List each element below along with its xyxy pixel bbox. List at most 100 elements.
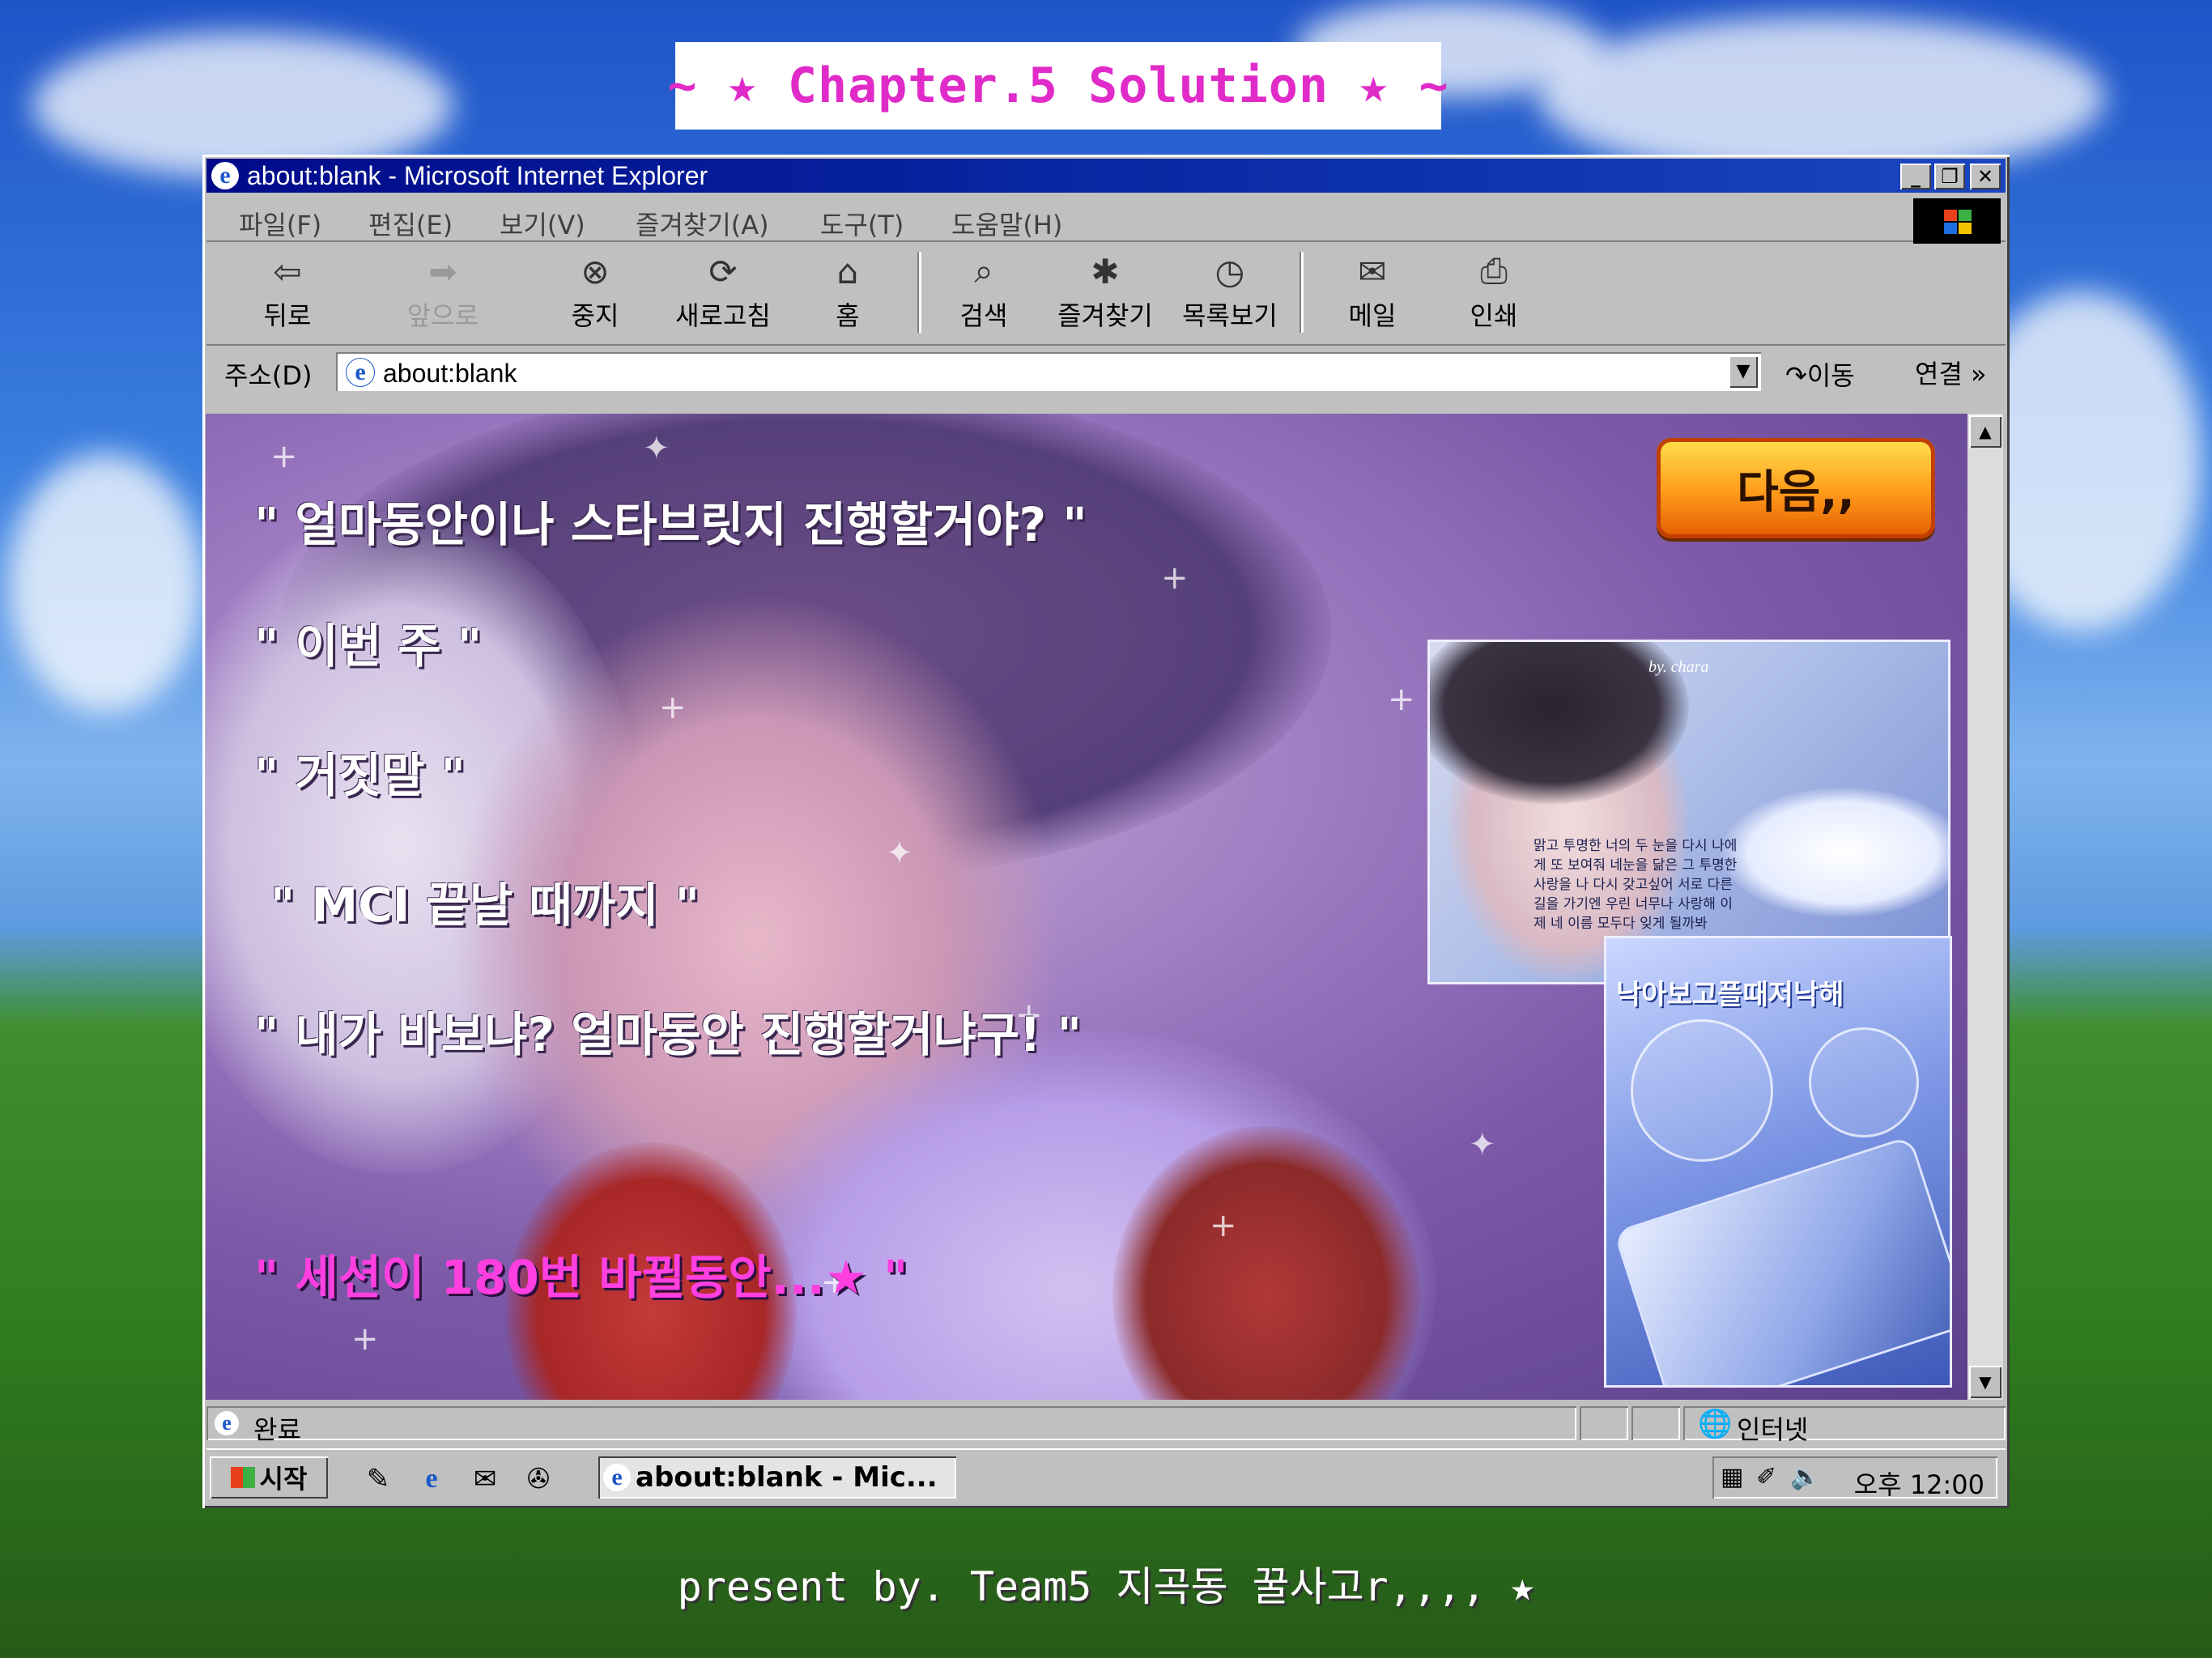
outlook-icon[interactable]: ✉ — [467, 1461, 503, 1497]
ie-quicklaunch-icon[interactable]: e — [414, 1461, 449, 1497]
desktop-icon[interactable]: ✎ — [360, 1461, 396, 1497]
scroll-down-icon[interactable]: ▼ — [1969, 1366, 2001, 1398]
dialogue-line-1: " 얼마동안이나 스타브릿지 진행할거야? " — [254, 497, 1087, 552]
photo-caption: 맑고 투명한 너의 두 눈을 다시 나에게 또 보여줘 네눈을 닮은 그 투명한… — [1534, 838, 1738, 932]
taskbar: 시작 ✎ e ✉ ✇ e about:blank - Mic... ▦ ✐ 🔈 … — [206, 1448, 2006, 1505]
mail-label: 메일 — [1348, 300, 1397, 331]
toolbar: ⇦ 뒤로 ➡ 앞으로 ⊗ 중지 ⟳ 새로고침 ⌂ 홈 ⌕ 검색 ✱ 즐겨찾기 ◷ — [206, 244, 2006, 346]
system-tray: ▦ ✐ 🔈 오후 12:00 — [1712, 1456, 1997, 1500]
dialogue-line-5: " 내가 바보냐? 얼마동안 진행할거냐구! " — [254, 1007, 1082, 1062]
refresh-label: 새로고침 — [675, 300, 771, 331]
next-button[interactable]: 다음,, — [1657, 438, 1935, 538]
clock: 오후 12:00 — [1853, 1469, 1984, 1500]
menu-file[interactable]: 파일(F) — [239, 205, 321, 242]
cloud-shape — [1721, 788, 1948, 917]
dialogue-line-2: " 이번 주 " — [254, 619, 483, 674]
task-label: about:blank - Mic... — [636, 1461, 938, 1494]
history-label: 목록보기 — [1182, 300, 1278, 331]
search-icon: ⌕ — [974, 251, 993, 291]
sparkle-icon: + — [270, 438, 298, 475]
back-label: 뒤로 — [263, 300, 312, 331]
address-bar: 주소(D) e about:blank ▼ ↷이동 연결 » — [206, 347, 2006, 396]
windows-logo-icon — [1913, 198, 2001, 244]
bubble-shape — [1809, 1027, 1919, 1137]
dialogue-line-4: " MCI 끝날 때까지 " — [270, 878, 700, 933]
chapter-title-banner: ~ ★ Chapter.5 Solution ★ ~ — [667, 42, 1448, 130]
status-cell — [1631, 1406, 1680, 1440]
flip-phone-shape — [1616, 1138, 1950, 1385]
sparkle-icon: + — [1388, 681, 1415, 718]
stop-button[interactable]: ⊗ 중지 — [547, 247, 644, 333]
channels-icon[interactable]: ✇ — [521, 1461, 556, 1497]
menu-bar: 파일(F) 편집(E) 보기(V) 즐겨찾기(A) 도구(T) 도움말(H) — [206, 197, 2006, 244]
search-label: 검색 — [959, 300, 1008, 331]
sparkle-icon: ✦ — [886, 835, 913, 872]
page-status-icon: e — [215, 1411, 239, 1435]
sparkle-icon: ✦ — [643, 430, 670, 467]
title-bar[interactable]: e about:blank - Microsoft Internet Explo… — [206, 159, 2006, 193]
go-button[interactable]: ↷이동 — [1785, 355, 1855, 393]
stop-label: 중지 — [571, 300, 619, 331]
menu-view[interactable]: 보기(V) — [500, 205, 585, 242]
home-icon: ⌂ — [836, 251, 859, 291]
menu-edit[interactable]: 편집(E) — [368, 205, 453, 242]
favorites-folder-icon: ✱ — [1091, 251, 1120, 291]
forward-button[interactable]: ➡ 앞으로 — [394, 247, 491, 333]
status-bar: e 완료 🌐 인터넷 — [206, 1403, 2006, 1445]
menu-tools[interactable]: 도구(T) — [820, 205, 904, 242]
pen-icon[interactable]: ✐ — [1756, 1463, 1776, 1491]
search-button[interactable]: ⌕ 검색 — [935, 247, 1032, 333]
sparkle-icon: + — [351, 1320, 379, 1358]
vertical-scrollbar[interactable]: ▲ ▼ — [1967, 414, 2003, 1400]
links-button[interactable]: 연결 » — [1915, 354, 1987, 391]
browser-window: e about:blank - Microsoft Internet Explo… — [202, 155, 2010, 1508]
sparkle-icon: + — [659, 689, 687, 726]
go-label: 이동 — [1806, 360, 1855, 391]
volume-icon[interactable]: 🔈 — [1790, 1463, 1820, 1491]
menu-favorites[interactable]: 즐겨찾기(A) — [636, 205, 769, 242]
bubble-shape — [1631, 1019, 1773, 1162]
sparkle-icon: + — [1161, 559, 1189, 597]
refresh-button[interactable]: ⟳ 새로고침 — [674, 247, 772, 333]
scroll-up-icon[interactable]: ▲ — [1969, 415, 2001, 448]
home-button[interactable]: ⌂ 홈 — [799, 247, 896, 333]
address-input[interactable]: e about:blank ▼ — [336, 352, 1761, 391]
favorites-label: 즐겨찾기 — [1057, 300, 1153, 331]
credits-footer: present by. Team5 지곡동 꿀사고r,,,, ★ — [677, 1563, 1535, 1610]
history-button[interactable]: ◷ 목록보기 — [1181, 247, 1278, 333]
home-label: 홈 — [836, 300, 860, 331]
back-arrow-icon: ⇦ — [273, 251, 302, 291]
menu-help[interactable]: 도움말(H) — [951, 205, 1062, 242]
scheduler-icon[interactable]: ▦ — [1721, 1463, 1743, 1491]
print-button[interactable]: ⎙ 인쇄 — [1445, 247, 1542, 333]
taskbar-window-button[interactable]: e about:blank - Mic... — [598, 1456, 956, 1499]
close-button[interactable]: ✕ — [1970, 164, 2001, 189]
print-label: 인쇄 — [1470, 300, 1518, 331]
window-title: about:blank - Microsoft Internet Explore… — [247, 160, 708, 190]
start-button[interactable]: 시작 — [210, 1456, 328, 1499]
mail-button[interactable]: ✉ 메일 — [1324, 247, 1421, 333]
status-text: 완료 — [253, 1414, 301, 1445]
zone-text: 인터넷 — [1737, 1414, 1809, 1445]
stop-icon: ⊗ — [581, 251, 610, 291]
favorites-button[interactable]: ✱ 즐겨찾기 — [1057, 247, 1154, 333]
sparkle-icon: ✦ — [1469, 1126, 1496, 1163]
task-ie-icon: e — [603, 1464, 631, 1491]
minimize-button[interactable]: _ — [1900, 164, 1931, 189]
dialogue-line-6: " 세션이 180번 바뀔동안...★ " — [254, 1250, 908, 1305]
page-content: + ✦ + + ✦ + + ✦ + + + " 얼마동안이나 스타브릿지 진행할… — [206, 414, 1967, 1400]
ie-logo-icon: e — [211, 162, 239, 189]
restore-button[interactable]: ❐ — [1934, 164, 1965, 189]
status-cell — [1580, 1406, 1628, 1440]
photo-signature: by. chara — [1648, 658, 1709, 676]
toolbar-separator — [919, 252, 921, 333]
address-dropdown-icon[interactable]: ▼ — [1729, 355, 1758, 388]
status-cell — [206, 1406, 1576, 1440]
dialogue-line-3: " 거짓말 " — [254, 748, 466, 803]
back-button[interactable]: ⇦ 뒤로 — [239, 247, 336, 333]
toolbar-separator — [1301, 252, 1304, 333]
sparkle-icon: + — [1210, 1207, 1237, 1244]
history-icon: ◷ — [1214, 251, 1245, 291]
globe-icon: 🌐 — [1698, 1408, 1733, 1440]
phone-photo-title: 낙아보고플때저낙해 — [1616, 979, 1844, 1011]
